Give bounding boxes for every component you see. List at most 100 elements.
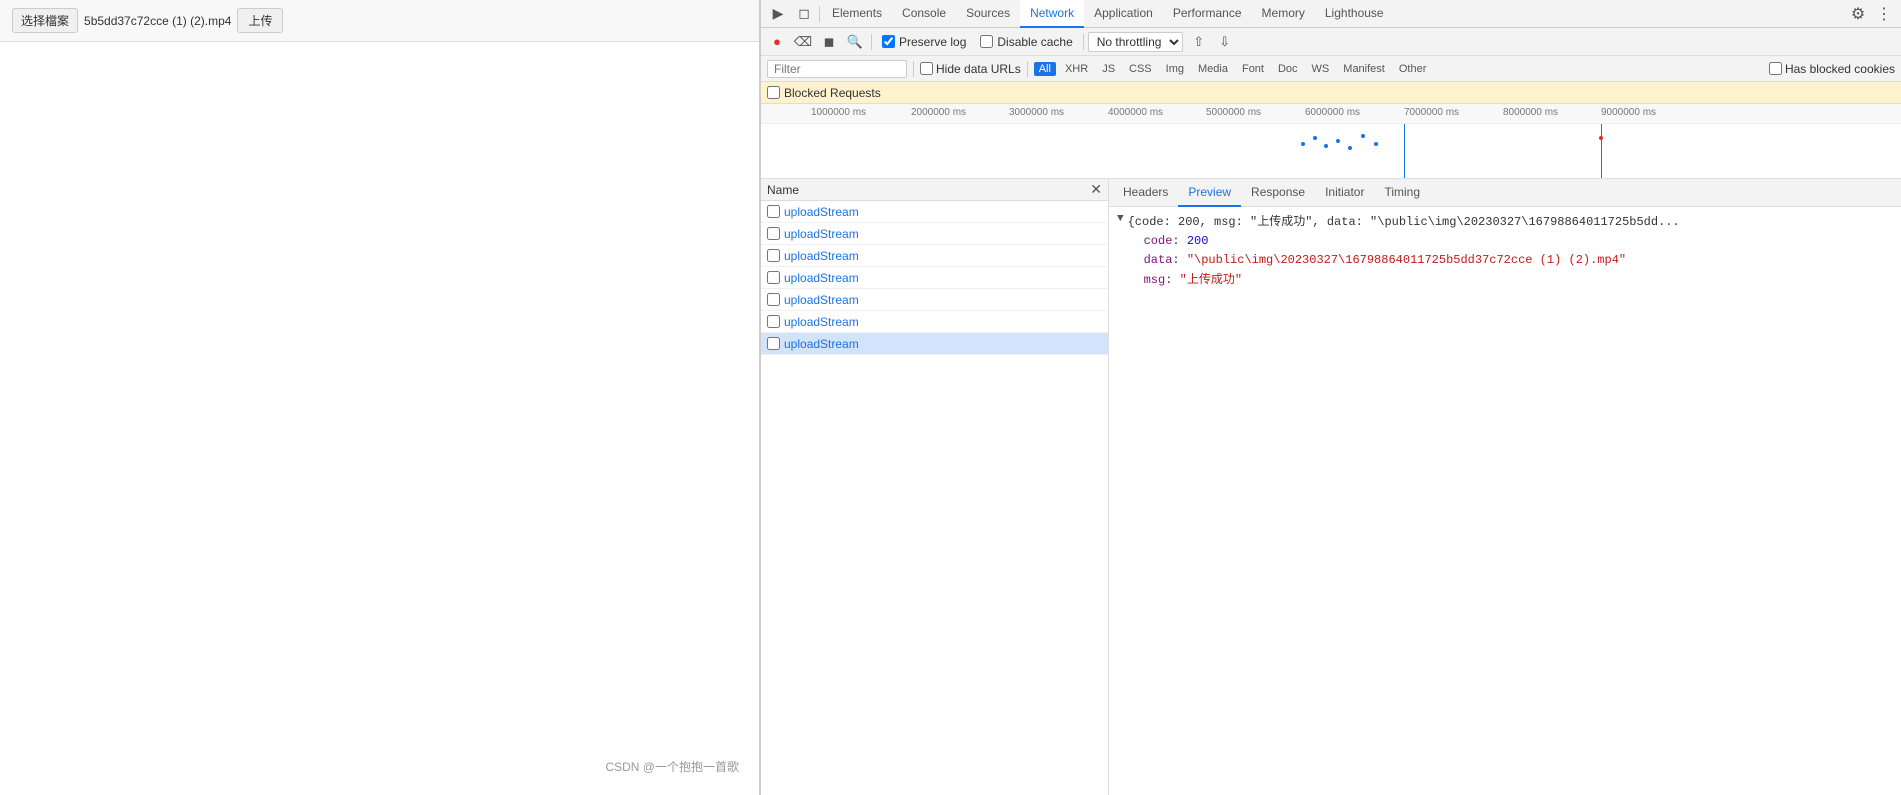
req-checkbox-5[interactable] <box>767 293 780 306</box>
record-button[interactable]: ● <box>765 30 789 54</box>
list-item-selected[interactable]: uploadStream <box>761 333 1108 355</box>
hide-data-urls-label[interactable]: Hide data URLs <box>936 62 1021 76</box>
req-checkbox-7[interactable] <box>767 337 780 350</box>
close-detail-button[interactable]: ✕ <box>1090 181 1102 198</box>
blocked-requests-checkbox[interactable] <box>767 86 780 99</box>
throttling-select[interactable]: No throttling <box>1088 32 1183 52</box>
devtools-tab-bar: ▶ ◻ Elements Console Sources Network App… <box>761 0 1901 28</box>
detail-tab-preview[interactable]: Preview <box>1178 179 1241 207</box>
upload-button[interactable]: 上传 <box>237 8 283 33</box>
blocked-requests-label[interactable]: Blocked Requests <box>784 86 881 100</box>
has-blocked-cookies-checkbox[interactable] <box>1769 62 1782 75</box>
detail-tab-bar: Headers Preview Response Initiator Timin… <box>1109 179 1901 207</box>
filter-toggle-button[interactable]: ◼ <box>817 30 841 54</box>
settings-icon[interactable]: ⚙ <box>1845 1 1871 27</box>
detail-tab-timing[interactable]: Timing <box>1374 179 1430 207</box>
list-item[interactable]: uploadStream <box>761 289 1108 311</box>
req-name-5: uploadStream <box>784 293 1102 307</box>
req-checkbox-6[interactable] <box>767 315 780 328</box>
ruler-mark-3: 3000000 ms <box>1009 107 1064 118</box>
has-blocked-cookies-group: Has blocked cookies <box>1769 62 1895 76</box>
tab-performance[interactable]: Performance <box>1163 0 1252 28</box>
timeline-canvas <box>761 124 1901 179</box>
main-area: Name ✕ uploadStream uploadStream uploadS… <box>761 179 1901 795</box>
tab-lighthouse[interactable]: Lighthouse <box>1315 0 1394 28</box>
filter-bar: Hide data URLs All XHR JS CSS Img Media … <box>761 56 1901 82</box>
type-btn-manifest[interactable]: Manifest <box>1338 62 1390 76</box>
detail-content: ▼ {code: 200, msg: "上传成功", data: "\publi… <box>1109 207 1901 795</box>
req-name-2: uploadStream <box>784 227 1102 241</box>
json-data-line: data: "\public\img\20230327\167988640117… <box>1144 251 1680 270</box>
req-name-6: uploadStream <box>784 315 1102 329</box>
has-blocked-cookies-label[interactable]: Has blocked cookies <box>1785 62 1895 76</box>
req-checkbox-4[interactable] <box>767 271 780 284</box>
list-item[interactable]: uploadStream <box>761 223 1108 245</box>
timeline-area: 1000000 ms 2000000 ms 3000000 ms 4000000… <box>761 104 1901 179</box>
export-har-icon[interactable]: ⇩ <box>1213 30 1237 54</box>
list-item[interactable]: uploadStream <box>761 267 1108 289</box>
disable-cache-group: Disable cache <box>974 35 1078 49</box>
detail-tab-initiator[interactable]: Initiator <box>1315 179 1374 207</box>
requests-list: uploadStream uploadStream uploadStream u… <box>761 201 1108 795</box>
requests-panel: Name ✕ uploadStream uploadStream uploadS… <box>761 179 1109 795</box>
timeline-ruler: 1000000 ms 2000000 ms 3000000 ms 4000000… <box>761 104 1901 124</box>
detail-tab-headers[interactable]: Headers <box>1113 179 1178 207</box>
hide-data-urls-checkbox[interactable] <box>920 62 933 75</box>
type-btn-media[interactable]: Media <box>1193 62 1233 76</box>
type-btn-img[interactable]: Img <box>1161 62 1189 76</box>
ruler-mark-5: 5000000 ms <box>1206 107 1261 118</box>
filter-input[interactable] <box>767 60 907 78</box>
tab-sources[interactable]: Sources <box>956 0 1020 28</box>
req-name-3: uploadStream <box>784 249 1102 263</box>
left-page: 选择檔案 5b5dd37c72cce (1) (2).mp4 上传 CSDN @… <box>0 0 760 795</box>
ruler-mark-8: 8000000 ms <box>1503 107 1558 118</box>
ruler-mark-9: 9000000 ms <box>1601 107 1656 118</box>
req-checkbox-3[interactable] <box>767 249 780 262</box>
file-name-display: 5b5dd37c72cce (1) (2).mp4 <box>84 14 231 28</box>
json-msg-line: msg: "上传成功" <box>1144 271 1680 290</box>
import-har-icon[interactable]: ⇧ <box>1187 30 1211 54</box>
type-btn-other[interactable]: Other <box>1394 62 1432 76</box>
req-checkbox-1[interactable] <box>767 205 780 218</box>
json-code-line: code: 200 <box>1144 232 1680 251</box>
preserve-log-group: Preserve log <box>876 35 972 49</box>
ruler-mark-2: 2000000 ms <box>911 107 966 118</box>
name-column-header: Name <box>767 183 799 197</box>
hide-data-urls-group: Hide data URLs <box>920 62 1021 76</box>
ruler-mark-4: 4000000 ms <box>1108 107 1163 118</box>
tab-console[interactable]: Console <box>892 0 956 28</box>
tab-application[interactable]: Application <box>1084 0 1163 28</box>
json-root: ▼ {code: 200, msg: "上传成功", data: "\publi… <box>1117 213 1893 290</box>
inspect-element-icon[interactable]: ▶ <box>765 1 791 27</box>
req-checkbox-2[interactable] <box>767 227 780 240</box>
list-item[interactable]: uploadStream <box>761 201 1108 223</box>
clear-button[interactable]: ⌫ <box>791 30 815 54</box>
type-btn-all[interactable]: All <box>1034 62 1056 76</box>
type-btn-css[interactable]: CSS <box>1124 62 1157 76</box>
tab-network[interactable]: Network <box>1020 0 1084 28</box>
disable-cache-checkbox[interactable] <box>980 35 993 48</box>
search-button[interactable]: 🔍 <box>843 30 867 54</box>
preserve-log-label[interactable]: Preserve log <box>899 35 966 49</box>
type-btn-js[interactable]: JS <box>1097 62 1120 76</box>
type-btn-doc[interactable]: Doc <box>1273 62 1303 76</box>
type-btn-xhr[interactable]: XHR <box>1060 62 1093 76</box>
ruler-mark-1: 1000000 ms <box>811 107 866 118</box>
requests-header: Name ✕ <box>761 179 1108 201</box>
json-collapse-root[interactable]: ▼ <box>1117 213 1124 225</box>
tab-memory[interactable]: Memory <box>1252 0 1315 28</box>
type-btn-font[interactable]: Font <box>1237 62 1269 76</box>
more-options-icon[interactable]: ⋮ <box>1871 1 1897 27</box>
preserve-log-checkbox[interactable] <box>882 35 895 48</box>
device-toolbar-icon[interactable]: ◻ <box>791 1 817 27</box>
detail-tab-response[interactable]: Response <box>1241 179 1315 207</box>
list-item[interactable]: uploadStream <box>761 311 1108 333</box>
tab-elements[interactable]: Elements <box>822 0 892 28</box>
devtools-panel: ▶ ◻ Elements Console Sources Network App… <box>760 0 1901 795</box>
list-item[interactable]: uploadStream <box>761 245 1108 267</box>
type-btn-ws[interactable]: WS <box>1307 62 1335 76</box>
json-summary-line: {code: 200, msg: "上传成功", data: "\public\… <box>1128 213 1680 232</box>
req-name-1: uploadStream <box>784 205 1102 219</box>
disable-cache-label[interactable]: Disable cache <box>997 35 1072 49</box>
choose-file-button[interactable]: 选择檔案 <box>12 8 78 33</box>
